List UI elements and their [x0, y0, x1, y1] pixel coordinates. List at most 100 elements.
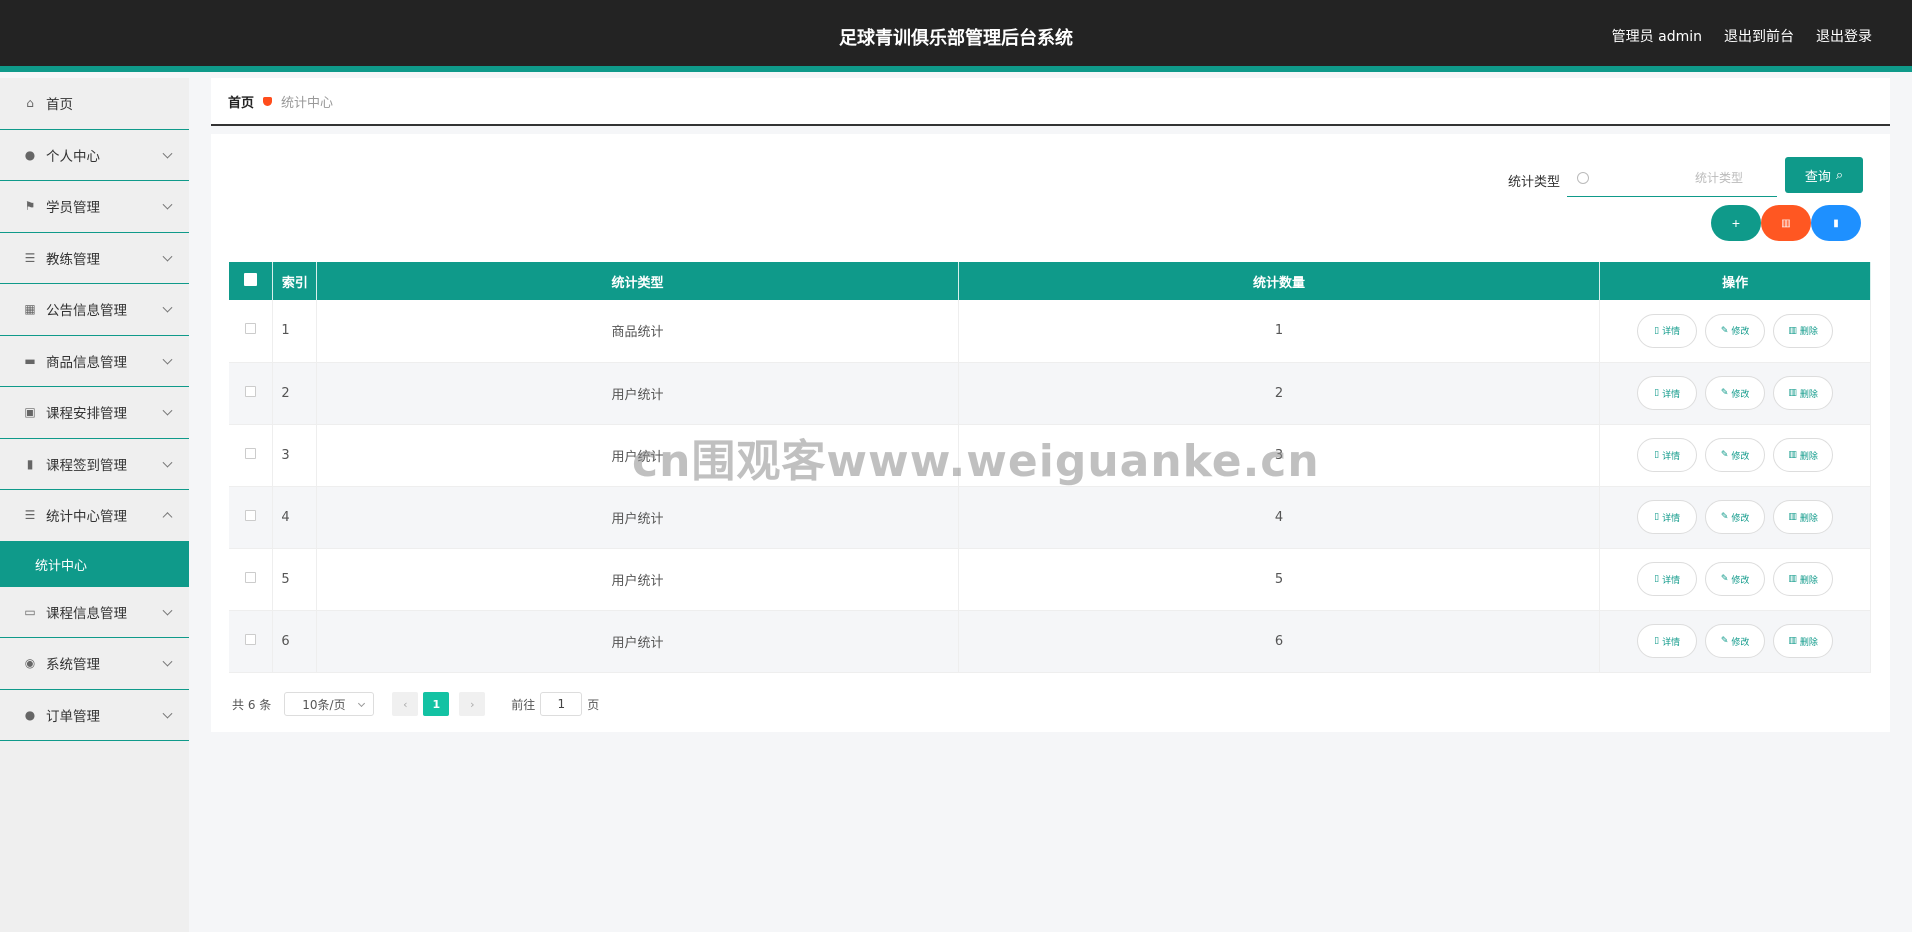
bar-chart-icon: ▮	[1833, 217, 1839, 229]
search-input[interactable]	[1589, 171, 1759, 185]
edit-button[interactable]: ✎ 修改	[1705, 438, 1766, 472]
row-index: 4	[272, 486, 318, 549]
breadcrumb-home[interactable]: 首页	[228, 92, 254, 111]
sidebar-item-label: 公告信息管理	[46, 303, 127, 320]
edit-label: 修改	[1731, 327, 1750, 338]
table-row: 1 商品统计 1 ▯ 详情 ✎ 修改 ▥ 删除	[229, 300, 1871, 363]
detail-button[interactable]: ▯ 详情	[1637, 438, 1698, 472]
edit-label: 修改	[1731, 513, 1750, 524]
detail-button[interactable]: ▯ 详情	[1637, 562, 1698, 596]
document-icon: ▯	[1654, 325, 1660, 336]
breadcrumb: 首页 统计中心	[211, 78, 1890, 126]
column-header-actions: 操作	[1599, 262, 1871, 300]
row-checkbox[interactable]	[245, 385, 257, 397]
chevron-down-icon	[162, 354, 173, 365]
table-row: 5 用户统计 5 ▯ 详情 ✎ 修改 ▥ 删除	[229, 548, 1871, 611]
row-index: 5	[272, 548, 318, 611]
prev-page-button[interactable]: ‹	[392, 692, 419, 716]
document-icon: ▯	[1654, 512, 1660, 522]
delete-button[interactable]: ▥ 删除	[1773, 500, 1834, 534]
sidebar-item-signin[interactable]: ▮ 课程签到管理	[0, 438, 189, 490]
document-icon: ▯	[1654, 574, 1660, 584]
delete-label: 删除	[1799, 327, 1818, 338]
sidebar-item-goods[interactable]: ▬ 商品信息管理	[0, 335, 189, 387]
batch-delete-button[interactable]: ▥	[1761, 205, 1811, 241]
edit-button[interactable]: ✎ 修改	[1705, 313, 1766, 348]
column-header-type: 统计类型	[316, 262, 959, 300]
sidebar-item-personal[interactable]: ● 个人中心	[0, 129, 189, 181]
row-checkbox[interactable]	[245, 571, 257, 583]
document-icon: ▯	[1654, 388, 1660, 398]
row-checkbox[interactable]	[245, 509, 257, 521]
sidebar-item-label: 订单管理	[46, 708, 100, 725]
search-box	[1567, 160, 1777, 197]
list-icon: ☰	[24, 250, 36, 265]
row-actions: ▯ 详情 ✎ 修改 ▥ 删除	[1599, 610, 1871, 673]
sidebar-item-notices[interactable]: ▦ 公告信息管理	[0, 284, 189, 336]
select-all-checkbox[interactable]	[244, 272, 258, 286]
table-row: 6 用户统计 6 ▯ 详情 ✎ 修改 ▥ 删除	[229, 610, 1871, 673]
sidebar-item-schedule[interactable]: ▣ 课程安排管理	[0, 387, 189, 439]
delete-button[interactable]: ▥ 删除	[1773, 313, 1834, 348]
table-row: 2 用户统计 2 ▯ 详情 ✎ 修改 ▥ 删除	[229, 362, 1871, 425]
home-icon: ⌂	[26, 96, 34, 111]
sidebar-item-orders[interactable]: ● 订单管理	[0, 689, 189, 741]
sidebar-item-label: 统计中心管理	[46, 509, 127, 526]
sidebar-item-coaches[interactable]: ☰ 教练管理	[0, 232, 189, 284]
row-checkbox[interactable]	[245, 447, 257, 459]
row-type: 用户统计	[316, 486, 959, 549]
chevron-down-icon	[162, 656, 173, 667]
chart-button[interactable]: ▮	[1811, 205, 1861, 241]
delete-button[interactable]: ▥ 删除	[1773, 376, 1834, 410]
delete-button[interactable]: ▥ 删除	[1773, 438, 1834, 472]
chevron-down-icon	[162, 199, 173, 210]
submenu-stats-center[interactable]: 统计中心	[0, 541, 189, 587]
admin-user-label: 管理员 admin	[1611, 29, 1702, 45]
logout-link[interactable]: 退出登录	[1816, 26, 1872, 46]
column-header-index: 索引	[272, 262, 318, 300]
sidebar-item-courses[interactable]: ▭ 课程信息管理	[0, 586, 189, 638]
detail-button[interactable]: ▯ 详情	[1637, 500, 1698, 534]
add-button[interactable]: +	[1711, 205, 1761, 241]
page-size-select[interactable]: 10条/页	[284, 692, 375, 716]
row-action-group: ▯ 详情 ✎ 修改 ▥ 删除	[1600, 376, 1870, 410]
chevron-down-icon	[162, 708, 173, 719]
delete-button[interactable]: ▥ 删除	[1773, 624, 1834, 658]
sidebar-item-label: 教练管理	[46, 251, 100, 268]
sidebar-item-stats[interactable]: ☰ 统计中心管理	[0, 490, 189, 542]
table-header-row: 索引 统计类型 统计数量 操作	[229, 262, 1871, 300]
edit-button[interactable]: ✎ 修改	[1705, 500, 1766, 534]
row-checkbox[interactable]	[245, 323, 257, 335]
sidebar-item-home[interactable]: ⌂ 首页	[0, 78, 189, 130]
detail-button[interactable]: ▯ 详情	[1637, 624, 1698, 658]
row-action-group: ▯ 详情 ✎ 修改 ▥ 删除	[1600, 500, 1870, 534]
next-page-button[interactable]: ›	[459, 692, 486, 716]
goto-page-input[interactable]	[540, 692, 583, 716]
row-actions: ▯ 详情 ✎ 修改 ▥ 删除	[1599, 424, 1871, 487]
edit-icon: ✎	[1720, 388, 1729, 398]
sidebar-item-system[interactable]: ◉ 系统管理	[0, 638, 189, 690]
chevron-down-icon	[162, 405, 173, 416]
sidebar-item-label: 课程信息管理	[46, 605, 127, 622]
row-type: 用户统计	[316, 362, 959, 425]
trash-icon: ▥	[1788, 636, 1797, 646]
detail-button[interactable]: ▯ 详情	[1637, 313, 1698, 348]
row-select-cell	[229, 610, 274, 673]
chevron-down-icon	[358, 699, 366, 708]
edit-button[interactable]: ✎ 修改	[1705, 376, 1766, 410]
edit-button[interactable]: ✎ 修改	[1705, 562, 1766, 596]
row-select-cell	[229, 300, 274, 363]
detail-button[interactable]: ▯ 详情	[1637, 376, 1698, 410]
page-number-current[interactable]: 1	[423, 692, 450, 716]
edit-button[interactable]: ✎ 修改	[1705, 624, 1766, 658]
delete-button[interactable]: ▥ 删除	[1773, 562, 1834, 596]
delete-label: 删除	[1799, 451, 1818, 462]
trash-icon: ▥	[1788, 388, 1797, 398]
sidebar-item-students[interactable]: ⚑ 学员管理	[0, 181, 189, 233]
chevron-down-icon	[162, 148, 173, 159]
query-button[interactable]: 查询 ⌕	[1785, 157, 1863, 193]
row-count: 1	[958, 300, 1601, 363]
trash-icon: ▥	[1781, 217, 1791, 229]
row-checkbox[interactable]	[245, 633, 257, 645]
exit-to-front-link[interactable]: 退出到前台	[1724, 26, 1794, 46]
